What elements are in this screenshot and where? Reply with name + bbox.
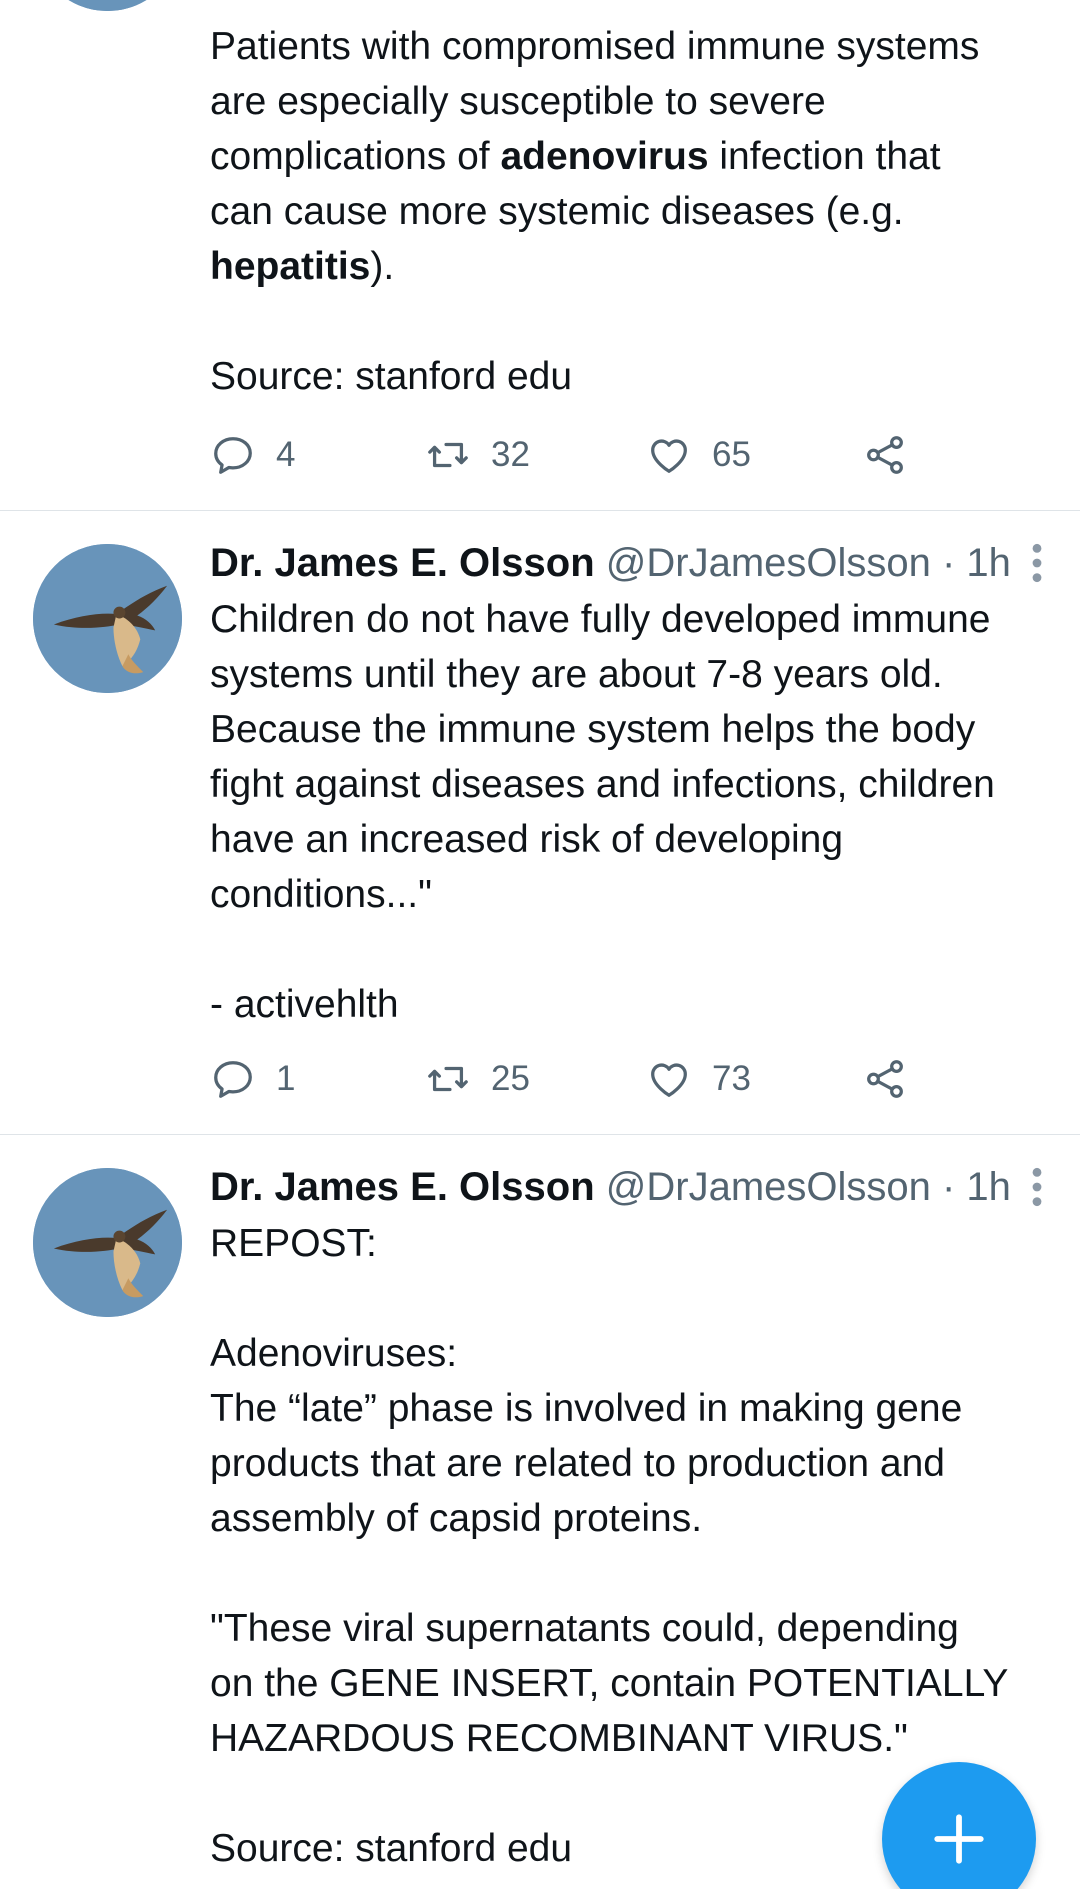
heart-icon (651, 1063, 687, 1097)
retweet-button[interactable]: 32 (425, 430, 530, 480)
author-name[interactable]: Dr. James E. Olsson (210, 541, 595, 585)
reply-button[interactable]: 4 (210, 430, 295, 480)
retweet-icon (428, 442, 468, 468)
tweet-2[interactable]: Dr. James E. Olsson @DrJamesOlsson · 1h … (0, 511, 1080, 1134)
tweet-actions: 4 32 65 (210, 430, 930, 480)
like-button[interactable]: 73 (646, 1054, 751, 1104)
avatar[interactable] (33, 0, 182, 11)
share-button[interactable] (862, 1054, 928, 1104)
reply-button[interactable]: 1 (210, 1054, 295, 1104)
like-count: 65 (712, 435, 751, 474)
tweet-1[interactable]: Patients with compromised immune systems… (0, 0, 1080, 510)
author-handle[interactable]: @DrJamesOlsson · 1h (606, 541, 1011, 585)
reply-icon (214, 437, 252, 474)
tweet-actions: 1 25 73 (210, 1054, 930, 1104)
retweet-button[interactable]: 25 (425, 1054, 530, 1104)
more-vertical-icon[interactable] (1024, 541, 1050, 585)
timeline-feed: Patients with compromised immune systems… (0, 0, 1080, 1889)
retweet-count: 25 (491, 1059, 530, 1098)
plus-icon (934, 1814, 984, 1864)
tweet-header: Dr. James E. Olsson @DrJamesOlsson · 1h (210, 1161, 1050, 1213)
tweet-header: Dr. James E. Olsson @DrJamesOlsson · 1h (210, 537, 1050, 589)
share-icon (867, 436, 903, 474)
hawk-avatar-image (33, 1168, 182, 1317)
tweet-body: Children do not have fully developed imm… (210, 598, 995, 1026)
author-name[interactable]: Dr. James E. Olsson (210, 1165, 595, 1209)
reply-icon (214, 1061, 252, 1098)
avatar[interactable] (33, 544, 182, 693)
heart-icon (651, 439, 687, 473)
more-vertical-icon[interactable] (1024, 1165, 1050, 1209)
reply-count: 4 (276, 435, 296, 474)
like-button[interactable]: 65 (646, 430, 751, 480)
retweet-count: 32 (491, 435, 530, 474)
reply-count: 1 (276, 1059, 296, 1098)
tweet-body: Patients with compromised immune systems… (210, 25, 980, 398)
share-icon (867, 1060, 903, 1098)
share-button[interactable] (862, 430, 928, 480)
hawk-avatar-image (33, 544, 182, 693)
author-handle[interactable]: @DrJamesOlsson · 1h (606, 1165, 1011, 1209)
like-count: 73 (712, 1059, 751, 1098)
retweet-icon (428, 1066, 468, 1092)
avatar[interactable] (33, 1168, 182, 1317)
